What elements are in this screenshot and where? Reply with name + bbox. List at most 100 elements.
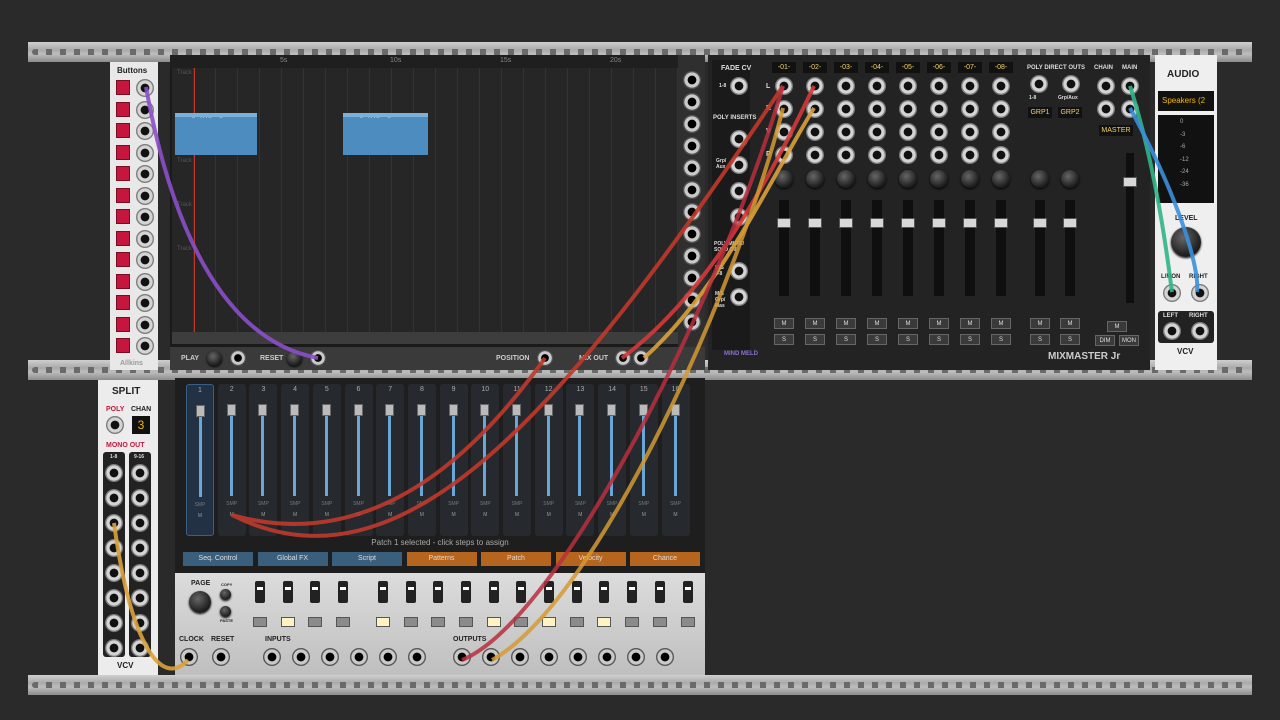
step-fader[interactable] — [544, 581, 554, 603]
channel-input-jack[interactable] — [806, 146, 824, 164]
step-column[interactable]: 6 SMP M — [344, 384, 373, 536]
mono-out-jack[interactable] — [105, 464, 123, 482]
channel-input-jack[interactable] — [775, 123, 793, 141]
clock-input-jack[interactable] — [180, 648, 198, 666]
pan-knob[interactable] — [961, 170, 979, 188]
audio-in-right-jack[interactable] — [1191, 284, 1209, 302]
channel-input-jack[interactable] — [961, 123, 979, 141]
group-fader[interactable] — [1063, 218, 1077, 228]
mono-out-jack[interactable] — [105, 614, 123, 632]
step-mute[interactable]: M — [249, 512, 277, 518]
step-slider-track[interactable] — [419, 406, 423, 496]
audio-clip[interactable]: breaks_drippp_125_harshbutter — [175, 113, 257, 155]
insert-send-jack[interactable] — [730, 130, 748, 148]
button-pad[interactable] — [116, 123, 130, 138]
mono-out-jack[interactable] — [131, 539, 149, 557]
channel-input-jack[interactable] — [930, 100, 948, 118]
channel-label[interactable]: -04- — [865, 62, 889, 73]
step-fader[interactable] — [377, 581, 388, 603]
button-output-jack[interactable] — [136, 143, 154, 162]
step-slider[interactable] — [670, 404, 680, 416]
step-slider[interactable] — [258, 404, 268, 416]
master-label[interactable]: MASTER — [1099, 125, 1133, 136]
step-switch[interactable] — [431, 617, 446, 627]
input-jack[interactable] — [379, 648, 397, 666]
track-io-jack[interactable] — [683, 247, 701, 265]
group-pan-knob[interactable] — [1031, 170, 1049, 188]
track-io-jack[interactable] — [683, 203, 701, 221]
step-slider-track[interactable] — [483, 406, 487, 496]
channel-input-jack[interactable] — [992, 100, 1010, 118]
pan-knob[interactable] — [899, 170, 917, 188]
step-slider-track[interactable] — [356, 406, 360, 496]
step-slider[interactable] — [480, 404, 490, 416]
solo-button[interactable]: S — [867, 334, 887, 345]
step-slider-track[interactable] — [199, 407, 202, 497]
step-slider[interactable] — [385, 404, 395, 416]
group-mute-button[interactable]: M — [1030, 318, 1050, 329]
step-slider[interactable] — [290, 404, 300, 416]
channel-input-jack[interactable] — [930, 123, 948, 141]
channel-fader-track[interactable] — [934, 200, 944, 296]
step-column[interactable]: 9 SMP M — [439, 384, 468, 536]
track-io-jack[interactable] — [683, 269, 701, 287]
group-solo-button[interactable]: S — [1060, 334, 1080, 345]
step-fader[interactable] — [405, 581, 416, 603]
step-slider-track[interactable] — [261, 406, 265, 496]
step-slider[interactable] — [638, 404, 648, 416]
channel-fader-track[interactable] — [965, 200, 975, 296]
mono-out-jack[interactable] — [131, 464, 149, 482]
channel-input-jack[interactable] — [868, 100, 886, 118]
channel-label[interactable]: -03- — [834, 62, 858, 73]
channel-input-jack[interactable] — [930, 146, 948, 164]
mono-out-jack[interactable] — [105, 489, 123, 507]
direct-out-grp-jack[interactable] — [1062, 75, 1080, 93]
mono-out-jack[interactable] — [131, 639, 149, 657]
step-slider-track[interactable] — [578, 406, 582, 496]
insert-send-grp-jack[interactable] — [730, 156, 748, 174]
channel-input-jack[interactable] — [899, 100, 917, 118]
mono-out-jack[interactable] — [105, 514, 123, 532]
mono-out-jack[interactable] — [131, 614, 149, 632]
step-slider-track[interactable] — [229, 406, 233, 496]
button-pad[interactable] — [116, 230, 130, 246]
channel-input-jack[interactable] — [806, 77, 824, 95]
channel-label[interactable]: -08- — [989, 62, 1013, 73]
fade-cv-jack[interactable] — [730, 77, 748, 95]
track-io-jack[interactable] — [683, 225, 701, 243]
audio-clip[interactable]: breaks_drippp_125_harshbutter — [343, 113, 428, 155]
step-slider-track[interactable] — [641, 406, 645, 496]
play-button[interactable] — [207, 351, 222, 366]
output-jack[interactable] — [540, 648, 558, 666]
channel-fader[interactable] — [839, 218, 853, 228]
step-switch[interactable] — [569, 617, 584, 627]
channel-input-jack[interactable] — [837, 146, 855, 164]
audio-in-left-jack[interactable] — [1163, 284, 1181, 302]
page-knob[interactable] — [189, 591, 211, 613]
step-column[interactable]: 5 SMP M — [312, 384, 341, 536]
step-column[interactable]: 7 SMP M — [376, 384, 405, 536]
group-pan-knob[interactable] — [1061, 170, 1079, 188]
tab-global-fx[interactable]: Global FX — [257, 552, 328, 566]
tab-patch[interactable]: Patch — [481, 552, 551, 566]
step-switch[interactable] — [280, 617, 295, 627]
track-io-jack[interactable] — [683, 93, 701, 111]
step-slider-track[interactable] — [610, 406, 614, 496]
mute-button[interactable]: M — [805, 318, 825, 329]
mix-out-right-jack[interactable] — [633, 350, 649, 366]
button-output-jack[interactable] — [136, 337, 154, 355]
button-pad[interactable] — [116, 144, 130, 160]
group-solo-button[interactable]: S — [1030, 334, 1050, 345]
pan-knob[interactable] — [806, 170, 824, 188]
channel-fader[interactable] — [932, 218, 946, 228]
channel-input-jack[interactable] — [806, 100, 824, 118]
button-output-jack[interactable] — [136, 122, 154, 140]
mute-button[interactable]: M — [960, 318, 980, 329]
button-output-jack[interactable] — [136, 79, 154, 97]
output-jack[interactable] — [511, 648, 529, 666]
channel-input-jack[interactable] — [775, 100, 793, 118]
tab-seq-control[interactable]: Seq. Control — [183, 552, 253, 566]
mono-out-jack[interactable] — [131, 489, 149, 507]
mute-button[interactable]: M — [929, 318, 949, 329]
step-fader[interactable] — [627, 581, 638, 603]
